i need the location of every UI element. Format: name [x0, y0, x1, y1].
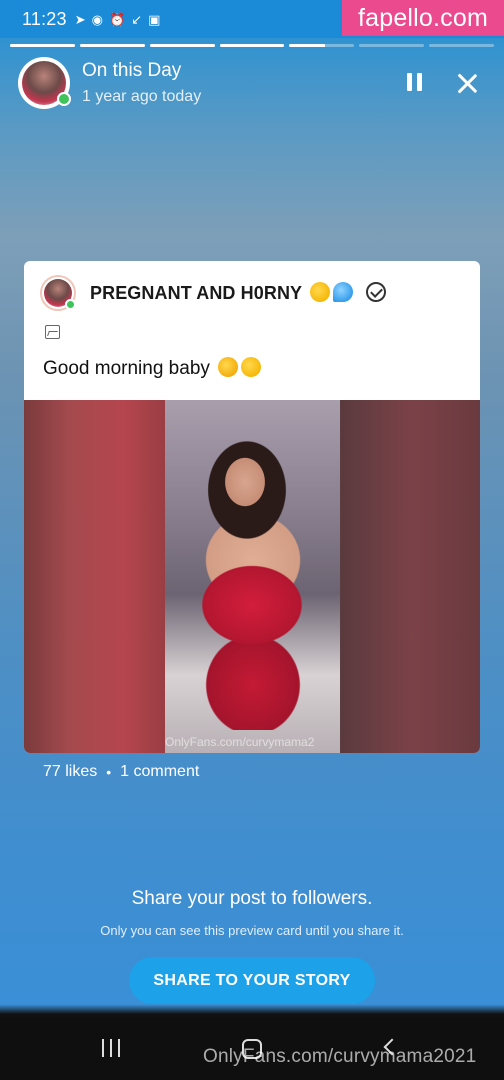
pause-button[interactable]: [404, 73, 424, 93]
watermark-top: fapello.com: [342, 0, 504, 36]
stats-separator: •: [106, 764, 112, 780]
post-text: Good morning baby: [43, 357, 262, 380]
photo-watermark: OnlyFans.com/curvymama2: [165, 735, 315, 749]
progress-segment: [429, 44, 495, 47]
verified-icon: [366, 282, 387, 302]
online-indicator-icon: [65, 299, 76, 310]
progress-segment: [359, 44, 425, 47]
post-author[interactable]: PREGNANT AND H0RNY: [90, 282, 387, 304]
header-text: On this Day 1 year ago today: [82, 60, 201, 106]
story-progress: [10, 44, 495, 47]
close-button[interactable]: [454, 70, 480, 96]
status-icons: ➤ ◉ ⏰ ↙ ▣: [75, 13, 161, 26]
share-note: Only you can see this preview card until…: [100, 923, 404, 938]
header-title: On this Day: [82, 60, 182, 81]
sweat-droplets-emoji: [332, 282, 353, 302]
progress-segment: [149, 44, 215, 47]
progress-segment: [219, 44, 285, 47]
post-stats: 77 likes • 1 comment: [43, 763, 199, 781]
photo-subject: [185, 410, 320, 730]
share-title: Share your post to followers.: [131, 888, 373, 909]
share-to-story-button[interactable]: SHARE TO YOUR STORY: [129, 957, 375, 1004]
status-time: 11:23: [22, 8, 67, 29]
post-text-content: Good morning baby: [43, 358, 210, 379]
post-header: PREGNANT AND H0RNY: [40, 275, 387, 311]
post-author-name: PREGNANT AND H0RNY: [90, 283, 302, 303]
kissing-face-emoji: [309, 282, 330, 302]
post-image[interactable]: OnlyFans.com/curvymama2: [24, 400, 480, 753]
post-preview-card[interactable]: PREGNANT AND H0RNY Good morning baby Onl…: [24, 261, 480, 753]
smiling-face-with-hearts-emoji: [218, 357, 239, 377]
progress-segment: [10, 44, 75, 47]
watermark-bottom: OnlyFans.com/curvymama2021: [203, 1046, 477, 1067]
online-indicator-icon: [57, 92, 71, 106]
post-avatar[interactable]: [40, 275, 76, 311]
post-photo: [165, 400, 340, 753]
recent-apps-icon: [102, 1039, 104, 1057]
progress-segment-current: [289, 44, 355, 47]
recent-apps-button[interactable]: [102, 1039, 120, 1057]
messenger-icon: ◉: [91, 11, 103, 27]
kissing-face-emoji: [241, 357, 262, 377]
story-header: On this Day 1 year ago today: [18, 56, 488, 110]
likes-count[interactable]: 77 likes: [43, 763, 97, 781]
alarm-icon: ⏰: [108, 11, 126, 27]
progress-segment: [79, 44, 145, 47]
missed-call-icon: ↙: [131, 11, 143, 27]
pause-icon: [406, 73, 412, 91]
image-post-icon: [45, 325, 60, 339]
header-subtitle: 1 year ago today: [82, 88, 202, 105]
telegram-icon: ➤: [74, 11, 86, 27]
avatar[interactable]: [18, 57, 71, 109]
comments-count[interactable]: 1 comment: [120, 763, 199, 781]
image-icon: ▣: [148, 11, 161, 27]
